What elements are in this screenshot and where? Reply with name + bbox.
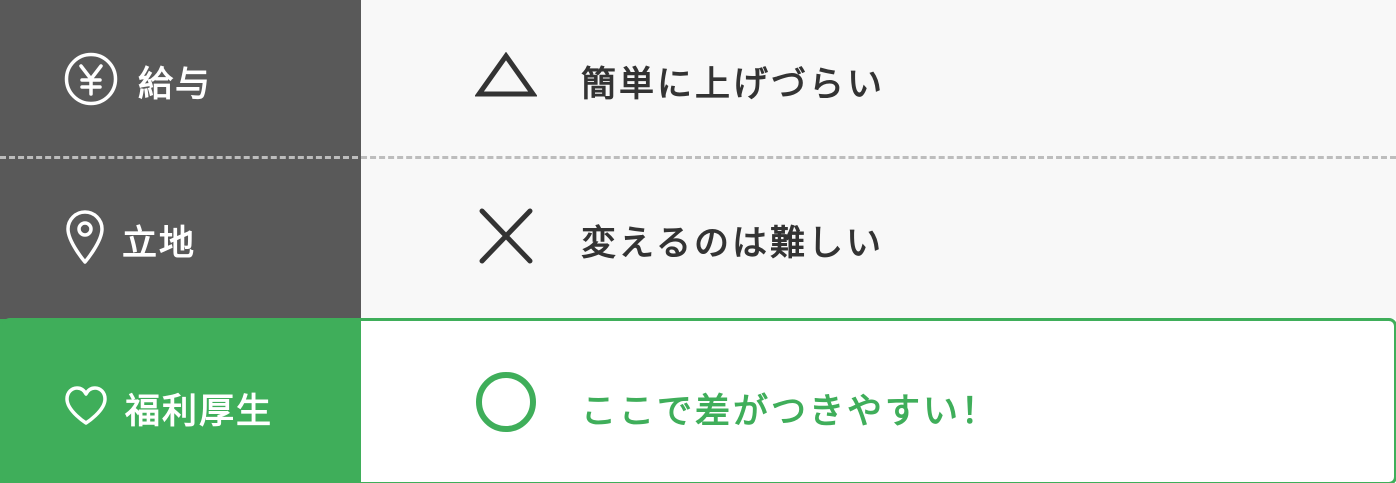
row-label: 立地 [122,224,197,264]
row-value-cell: 変えるのは難しい [361,157,1396,319]
circle-icon [475,371,537,433]
triangle-icon [475,52,537,98]
row-value-cell: 簡単に上げづらい [361,0,1396,157]
row-value: 簡単に上げづらい [581,65,886,105]
row-value-cell: ここで差がつきやすい！ [361,319,1396,483]
row-label-cell: 給与 [0,0,361,157]
row-value: 変えるのは難しい [581,224,884,264]
cross-icon [479,208,533,264]
row-label: 福利厚生 [125,392,274,432]
yen-circle-icon [63,51,119,107]
row-value: ここで差がつきやすい！ [581,392,1000,432]
row-label: 給与 [138,65,213,105]
location-pin-icon [64,208,106,266]
comparison-table: 給与 簡単に上げづらい 立地 変えるのは難しい 福利厚生 ここで差がつきやすい！ [0,0,1396,483]
row-label-cell: 福利厚生 [0,319,361,483]
row-divider [0,156,1396,159]
row-location: 立地 変えるのは難しい [0,157,1396,319]
heart-icon [63,385,109,427]
row-benefits: 福利厚生 ここで差がつきやすい！ [0,319,1396,483]
row-salary: 給与 簡単に上げづらい [0,0,1396,157]
row-label-cell: 立地 [0,157,361,319]
